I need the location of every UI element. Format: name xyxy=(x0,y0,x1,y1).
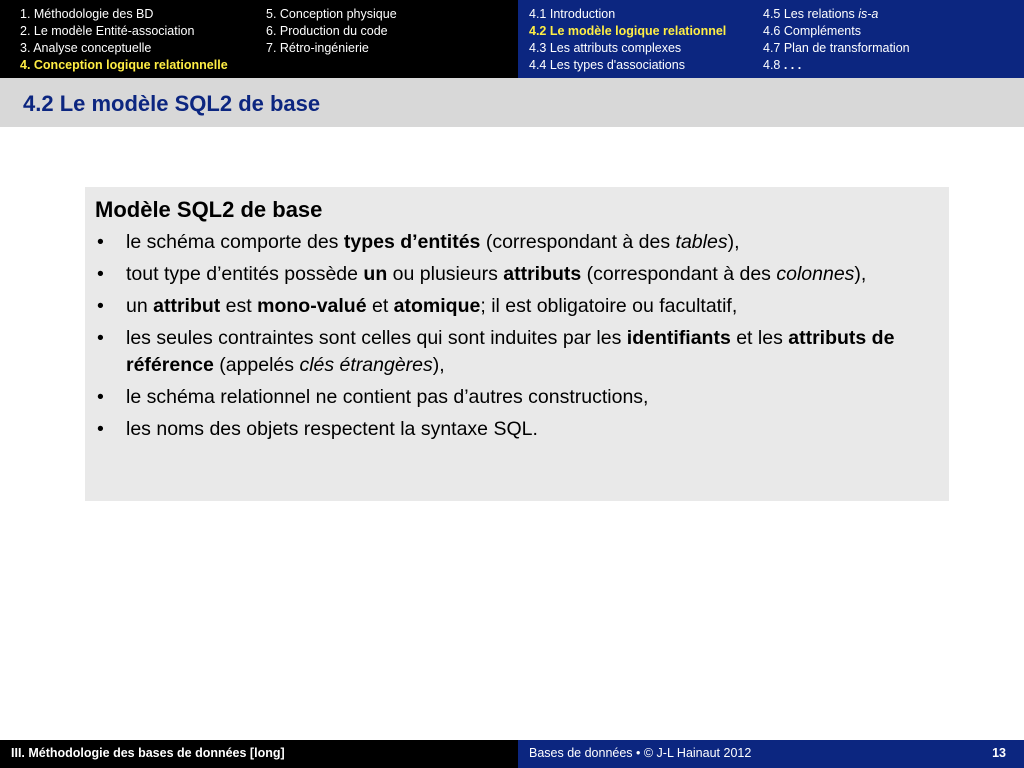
text-run: un xyxy=(126,295,154,317)
section-list-left: 1. Méthodologie des BD 2. Le modèle Enti… xyxy=(20,6,228,74)
bullet-icon: • xyxy=(97,418,104,440)
nav-subsection-modele-logique-active[interactable]: 4.2 Le modèle logique relationnel xyxy=(529,23,726,40)
text-run: ), xyxy=(432,354,445,376)
text-run: (correspondant à des xyxy=(480,231,676,253)
italic-run: clés étrangères xyxy=(299,354,433,376)
text-run: les seules contraintes sont celles qui s… xyxy=(126,327,627,349)
block-title: Modèle SQL2 de base xyxy=(95,197,323,222)
bold-run: un xyxy=(363,263,388,285)
footer-right-panel: Bases de données • © J-L Hainaut 2012 13 xyxy=(518,740,1024,768)
text-run: le schéma comporte des xyxy=(126,231,344,253)
bold-run: types d’entités xyxy=(343,231,481,253)
nav-subsection-attributs-complexes[interactable]: 4.3 Les attributs complexes xyxy=(529,40,726,57)
text-run: ou plusieurs xyxy=(387,263,504,285)
text-run: ; il est obligatoire ou facultatif, xyxy=(480,295,738,317)
bold-run: atomique xyxy=(393,295,481,317)
bullet-list: • le schéma comporte des types d’entités… xyxy=(95,229,937,443)
nav-section-analyse-conceptuelle[interactable]: 3. Analyse conceptuelle xyxy=(20,40,228,57)
bullet-icon: • xyxy=(97,327,104,349)
bold-run: identifiants xyxy=(626,327,731,349)
nav-label: 4.5 Les relations xyxy=(763,7,859,21)
frame-title-bar: 4.2 Le modèle SQL2 de base xyxy=(0,78,1024,127)
text-run: (appelés xyxy=(213,354,300,376)
bold-run: mono-valué xyxy=(257,295,367,317)
subsection-list-right: 4.5 Les relations is-a 4.6 Compléments 4… xyxy=(763,6,910,74)
bullet-icon: • xyxy=(97,231,104,253)
list-item: • les seules contraintes sont celles qui… xyxy=(95,325,937,379)
section-navigation-panel: 1. Méthodologie des BD 2. Le modèle Enti… xyxy=(0,0,518,78)
nav-section-conception-logique-active[interactable]: 4. Conception logique relationnelle xyxy=(20,57,228,74)
list-item: • le schéma relationnel ne contient pas … xyxy=(95,384,937,411)
section-list-right: 5. Conception physique 6. Production du … xyxy=(266,6,397,57)
list-item: • les noms des objets respectent la synt… xyxy=(95,416,937,443)
text-run: le schéma relationnel ne contient pas d’… xyxy=(126,386,649,408)
nav-label: 4.8 xyxy=(763,58,784,72)
bullet-icon: • xyxy=(97,295,104,317)
bullet-icon: • xyxy=(97,386,104,408)
italic-run: tables xyxy=(675,231,728,253)
nav-subsection-introduction[interactable]: 4.1 Introduction xyxy=(529,6,726,23)
text-run: tout type d’entités possède xyxy=(126,263,364,285)
nav-subsection-complements[interactable]: 4.6 Compléments xyxy=(763,23,910,40)
nav-subsection-more[interactable]: 4.8 . . . xyxy=(763,57,910,74)
nav-section-conception-physique[interactable]: 5. Conception physique xyxy=(266,6,397,23)
subsection-list-left: 4.1 Introduction 4.2 Le modèle logique r… xyxy=(529,6,726,74)
top-navigation-bar: 1. Méthodologie des BD 2. Le modèle Enti… xyxy=(0,0,1024,78)
nav-section-methodologie[interactable]: 1. Méthodologie des BD xyxy=(20,6,228,23)
nav-subsection-plan-transformation[interactable]: 4.7 Plan de transformation xyxy=(763,40,910,57)
subsection-navigation-panel: 4.1 Introduction 4.2 Le modèle logique r… xyxy=(518,0,1024,78)
text-run: ), xyxy=(727,231,740,253)
text-run: et xyxy=(366,295,394,317)
nav-subsection-types-associations[interactable]: 4.4 Les types d'associations xyxy=(529,57,726,74)
nav-subsection-relations-is-a[interactable]: 4.5 Les relations is-a xyxy=(763,6,910,23)
bold-run: attributs xyxy=(503,263,582,285)
page-number: 13 xyxy=(992,746,1006,760)
content-block: Modèle SQL2 de base • le schéma comporte… xyxy=(85,187,949,501)
nav-section-retro-ingenierie[interactable]: 7. Rétro-ingénierie xyxy=(266,40,397,57)
footer-course-credit: Bases de données • © J-L Hainaut 2012 xyxy=(529,746,752,760)
nav-label-ellipsis: . . . xyxy=(783,58,802,72)
list-item: • un attribut est mono-valué et atomique… xyxy=(95,293,937,320)
text-run: et les xyxy=(730,327,789,349)
list-item: • le schéma comporte des types d’entités… xyxy=(95,229,937,256)
text-run: est xyxy=(220,295,258,317)
frame-title: 4.2 Le modèle SQL2 de base xyxy=(23,91,321,116)
bullet-icon: • xyxy=(97,263,104,285)
footer-bar: III. Méthodologie des bases de données [… xyxy=(0,740,1024,768)
footer-presentation-title: III. Méthodologie des bases de données [… xyxy=(11,746,285,760)
bold-run: attribut xyxy=(153,295,221,317)
list-item: • tout type d’entités possède un ou plus… xyxy=(95,261,937,288)
text-run: ), xyxy=(854,263,867,285)
footer-left-panel: III. Méthodologie des bases de données [… xyxy=(0,740,518,768)
nav-section-production-code[interactable]: 6. Production du code xyxy=(266,23,397,40)
text-run: (correspondant à des xyxy=(581,263,777,285)
italic-run: colonnes xyxy=(776,263,855,285)
nav-label-emphasis: is-a xyxy=(858,7,879,21)
text-run: les noms des objets respectent la syntax… xyxy=(126,418,538,440)
nav-section-entite-association[interactable]: 2. Le modèle Entité-association xyxy=(20,23,228,40)
